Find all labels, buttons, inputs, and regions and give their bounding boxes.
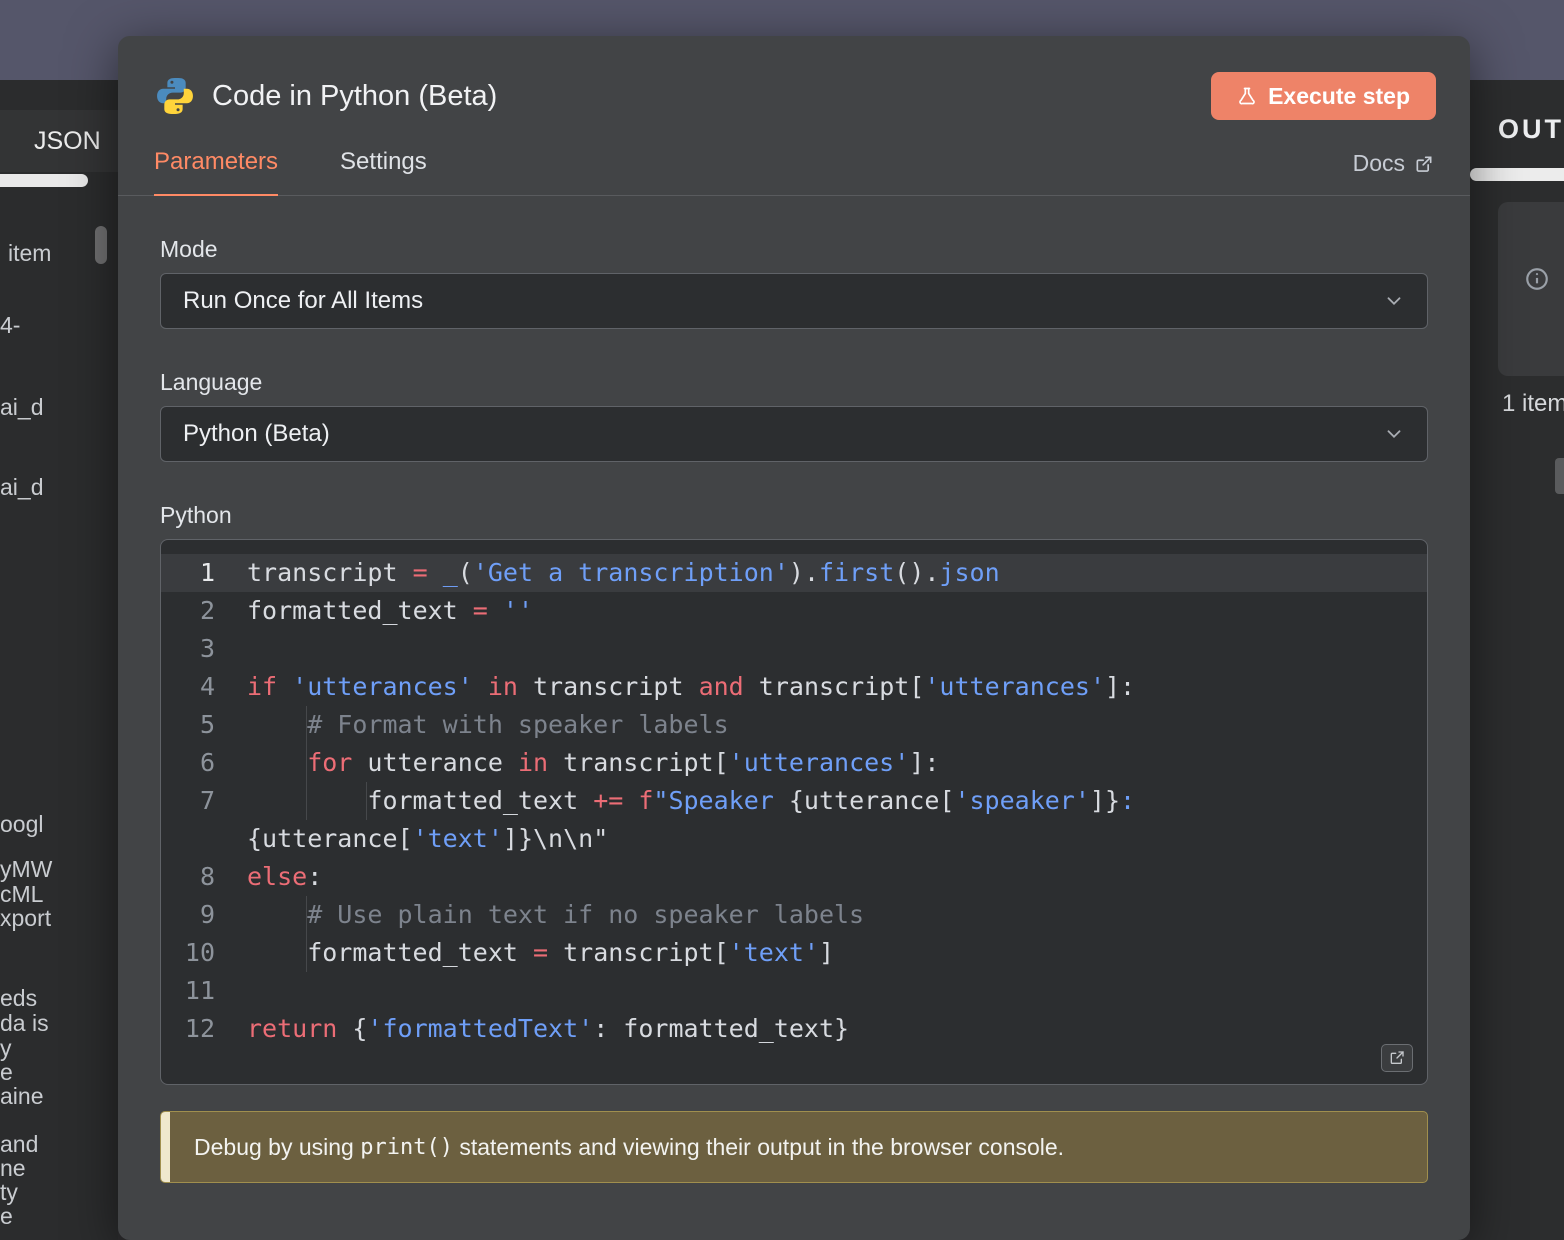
- input-panel-item: yMW: [0, 856, 52, 883]
- input-panel-item: da is: [0, 1010, 49, 1037]
- tab-settings[interactable]: Settings: [340, 148, 427, 196]
- modal-tabs: Parameters Settings Docs: [118, 148, 1470, 196]
- language-select-value: Python (Beta): [183, 420, 330, 448]
- mode-select[interactable]: Run Once for All Items: [160, 273, 1428, 329]
- expand-editor-button[interactable]: [1381, 1044, 1413, 1072]
- code-line: 4if 'utterances' in transcript and trans…: [161, 668, 1427, 706]
- notice-suffix: statements and viewing their output in t…: [453, 1134, 1064, 1161]
- panel-edge-button[interactable]: [1555, 458, 1564, 494]
- input-panel-item: ai_d: [0, 394, 43, 421]
- input-panel: JSON item4-ai_dai_dooglyMWcMLxportedsda …: [0, 80, 118, 1240]
- notice-prefix: Debug by using: [194, 1134, 360, 1161]
- debug-notice: Debug by using print() statements and vi…: [160, 1111, 1428, 1183]
- code-field-label: Python: [160, 502, 1428, 529]
- input-panel-item: cML: [0, 881, 43, 908]
- tab-parameters[interactable]: Parameters: [154, 148, 278, 196]
- code-line: 7formatted_text += f"Speaker {utterance[…: [161, 782, 1427, 858]
- input-panel-item: eds: [0, 985, 37, 1012]
- input-panel-item: aine: [0, 1083, 43, 1110]
- execute-step-button[interactable]: Execute step: [1211, 72, 1436, 120]
- code-line: 6for utterance in transcript['utterances…: [161, 744, 1427, 782]
- code-line: 9# Use plain text if no speaker labels: [161, 896, 1427, 934]
- screen: JSON item4-ai_dai_dooglyMWcMLxportedsda …: [0, 0, 1564, 1240]
- language-label: Language: [160, 369, 1428, 396]
- line-number: 8: [161, 858, 233, 896]
- code-line: 3: [161, 630, 1427, 668]
- code-line: 2formatted_text = '': [161, 592, 1427, 630]
- code-lines: 1transcript = _('Get a transcription').f…: [161, 554, 1427, 1048]
- notice-code: print(): [360, 1135, 453, 1160]
- input-panel-item: ai_d: [0, 474, 43, 501]
- node-title: Code in Python (Beta): [212, 80, 1195, 113]
- input-panel-item: and: [0, 1131, 38, 1158]
- docs-link[interactable]: Docs: [1353, 150, 1434, 195]
- input-panel-item: ne: [0, 1155, 26, 1182]
- chevron-down-icon: [1383, 423, 1405, 445]
- input-panel-item: xport: [0, 905, 51, 932]
- info-icon[interactable]: [1524, 266, 1550, 292]
- line-number: 3: [161, 630, 233, 668]
- output-panel: OUT 1 item: [1470, 80, 1564, 1240]
- horizontal-scrollbar[interactable]: [1470, 168, 1564, 181]
- input-panel-item: oogl: [0, 811, 43, 838]
- notice-accent-bar: [161, 1112, 170, 1182]
- output-item-count: 1 item: [1502, 390, 1564, 418]
- node-editor-modal: Code in Python (Beta) Execute step Param…: [118, 36, 1470, 1240]
- docs-label: Docs: [1353, 150, 1405, 177]
- input-panel-item: e: [0, 1203, 13, 1230]
- input-panel-item: y: [0, 1035, 12, 1062]
- code-line: 5# Format with speaker labels: [161, 706, 1427, 744]
- line-number: 1: [161, 554, 233, 592]
- language-select[interactable]: Python (Beta): [160, 406, 1428, 462]
- line-number: 11: [161, 972, 233, 1010]
- expand-icon: [1389, 1050, 1405, 1066]
- output-panel-title: OUT: [1498, 114, 1564, 145]
- notice-text: Debug by using print() statements and vi…: [170, 1112, 1088, 1182]
- python-code-editor[interactable]: 1transcript = _('Get a transcription').f…: [160, 539, 1428, 1085]
- input-panel-item: e: [0, 1059, 13, 1086]
- input-panel-items: item4-ai_dai_dooglyMWcMLxportedsda isyea…: [0, 80, 118, 1240]
- code-line: 12return {'formattedText': formatted_tex…: [161, 1010, 1427, 1048]
- code-line: 11: [161, 972, 1427, 1010]
- mode-label: Mode: [160, 236, 1428, 263]
- line-number: 7: [161, 782, 233, 858]
- line-number: 4: [161, 668, 233, 706]
- input-panel-item: 4-: [0, 312, 20, 339]
- line-number: 5: [161, 706, 233, 744]
- line-number: 9: [161, 896, 233, 934]
- mode-select-value: Run Once for All Items: [183, 287, 423, 315]
- execute-step-label: Execute step: [1268, 83, 1410, 110]
- line-number: 2: [161, 592, 233, 630]
- code-line: 10formatted_text = transcript['text']: [161, 934, 1427, 972]
- input-panel-item: item: [8, 240, 51, 267]
- output-card: [1498, 202, 1564, 376]
- line-number: 10: [161, 934, 233, 972]
- flask-icon: [1237, 85, 1257, 107]
- modal-header: Code in Python (Beta) Execute step: [118, 36, 1470, 120]
- code-line: 1transcript = _('Get a transcription').f…: [161, 554, 1427, 592]
- input-panel-item: ty: [0, 1179, 18, 1206]
- python-logo-icon: [154, 75, 196, 117]
- chevron-down-icon: [1383, 290, 1405, 312]
- external-link-icon: [1414, 154, 1434, 174]
- parameters-panel: Mode Run Once for All Items Language Pyt…: [118, 236, 1470, 1183]
- line-number: 12: [161, 1010, 233, 1048]
- line-number: 6: [161, 744, 233, 782]
- code-line: 8else:: [161, 858, 1427, 896]
